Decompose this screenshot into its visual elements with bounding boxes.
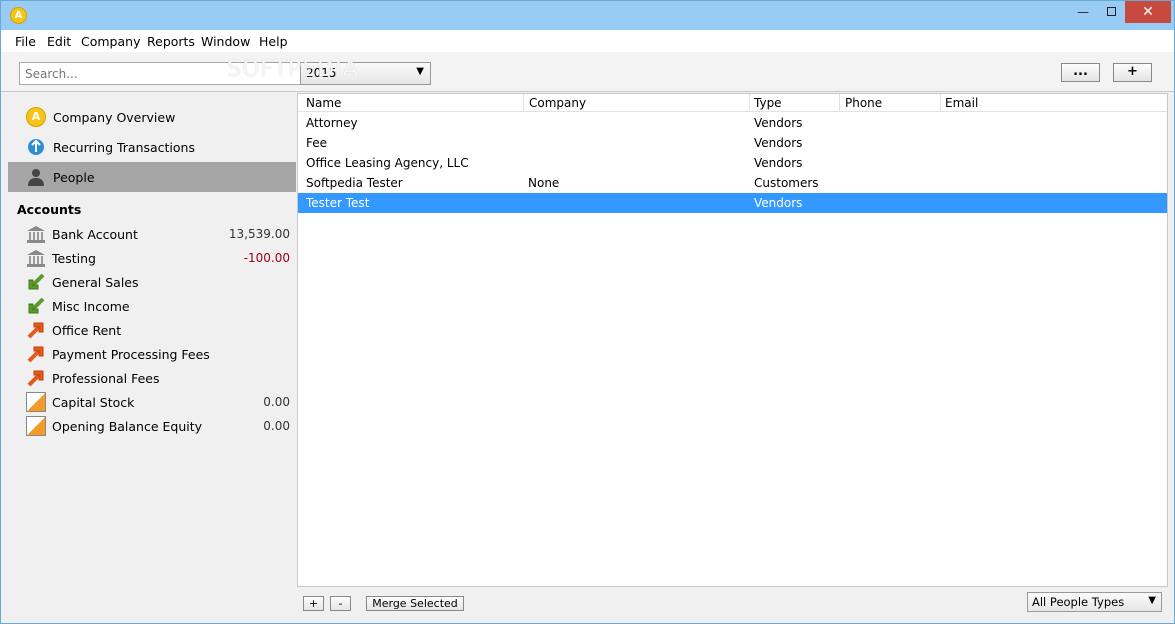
column-divider[interactable]: [749, 94, 750, 112]
sidebar-item-label: Company Overview: [53, 110, 176, 125]
sidebar: A Company Overview Recurring Transaction…: [8, 93, 296, 617]
table-row[interactable]: Office Leasing Agency, LLC Vendors: [298, 153, 1167, 173]
cell-type: Customers: [754, 176, 819, 190]
cell-type: Vendors: [754, 116, 803, 130]
account-row[interactable]: Bank Account 13,539.00: [8, 222, 296, 246]
chevron-down-icon: ▼: [1148, 595, 1156, 606]
cell-name: Fee: [306, 136, 328, 150]
account-balance: 13,539.00: [228, 227, 290, 241]
column-divider[interactable]: [523, 94, 524, 112]
recurring-icon: [26, 137, 46, 157]
menu-company[interactable]: Company: [81, 34, 140, 49]
column-divider[interactable]: [839, 94, 840, 112]
people-type-select[interactable]: All People Types ▼: [1027, 592, 1162, 612]
menu-file[interactable]: File: [15, 34, 36, 49]
account-name: Payment Processing Fees: [52, 347, 210, 362]
menu-bar: File Edit Company Reports Window Help: [1, 30, 1174, 52]
person-icon: [26, 167, 46, 187]
menu-reports[interactable]: Reports: [147, 34, 195, 49]
people-table: Name Company Type Phone Email Attorney V…: [297, 93, 1168, 587]
account-name: General Sales: [52, 275, 139, 290]
maximize-icon: [1106, 7, 1116, 16]
account-name: Office Rent: [52, 323, 122, 338]
cell-name: Attorney: [306, 116, 358, 130]
table-row-selected[interactable]: Tester Test Vendors: [298, 193, 1167, 213]
table-row[interactable]: Softpedia Tester None Customers: [298, 173, 1167, 193]
app-window: A — ✕ File Edit Company Reports Window H…: [0, 0, 1175, 624]
account-row[interactable]: Professional Fees: [8, 366, 296, 390]
table-header: Name Company Type Phone Email: [298, 94, 1167, 112]
income-arrow-icon: [26, 272, 46, 292]
account-row[interactable]: Office Rent: [8, 318, 296, 342]
table-row[interactable]: Fee Vendors: [298, 133, 1167, 153]
sidebar-item-people[interactable]: People: [8, 162, 296, 192]
add-button[interactable]: +: [1113, 63, 1152, 82]
cell-type: Vendors: [754, 196, 803, 210]
account-name: Bank Account: [52, 227, 138, 242]
table-row[interactable]: Attorney Vendors: [298, 113, 1167, 133]
column-header-email[interactable]: Email: [945, 96, 978, 110]
menu-window[interactable]: Window: [201, 34, 250, 49]
column-divider[interactable]: [940, 94, 941, 112]
account-name: Professional Fees: [52, 371, 160, 386]
toolbar: 2015 ▼ SOFTPEDIA ... +: [1, 52, 1174, 92]
column-header-type[interactable]: Type: [754, 96, 782, 110]
column-header-name[interactable]: Name: [306, 96, 341, 110]
expense-arrow-icon: [26, 344, 46, 364]
merge-selected-button[interactable]: Merge Selected: [366, 596, 464, 611]
account-name: Opening Balance Equity: [52, 419, 203, 434]
equity-icon: [26, 392, 46, 412]
add-person-button[interactable]: +: [303, 596, 324, 611]
cell-type: Vendors: [754, 156, 803, 170]
account-row[interactable]: General Sales: [8, 270, 296, 294]
account-balance: -100.00: [243, 251, 290, 265]
column-header-phone[interactable]: Phone: [845, 96, 882, 110]
column-header-company[interactable]: Company: [529, 96, 586, 110]
title-bar[interactable]: A — ✕: [1, 1, 1174, 30]
close-button[interactable]: ✕: [1125, 1, 1171, 23]
menu-edit[interactable]: Edit: [47, 34, 71, 49]
account-name: Misc Income: [52, 299, 130, 314]
sidebar-item-label: People: [53, 170, 95, 185]
remove-person-button[interactable]: -: [330, 596, 351, 611]
account-row[interactable]: Capital Stock 0.00: [8, 390, 296, 414]
account-row[interactable]: Opening Balance Equity 0.00: [8, 414, 296, 438]
cell-name: Office Leasing Agency, LLC: [306, 156, 469, 170]
more-button[interactable]: ...: [1061, 63, 1100, 82]
bank-icon: [26, 248, 46, 268]
account-name: Capital Stock: [52, 395, 135, 410]
account-row[interactable]: Misc Income: [8, 294, 296, 318]
watermark-text: SOFTPEDIA: [227, 57, 359, 82]
chevron-down-icon: ▼: [416, 66, 424, 77]
app-logo-icon: A: [10, 7, 27, 24]
expense-arrow-icon: [26, 368, 46, 388]
sidebar-item-recurring-transactions[interactable]: Recurring Transactions: [8, 132, 296, 162]
minimize-button[interactable]: —: [1069, 1, 1097, 23]
expense-arrow-icon: [26, 320, 46, 340]
cell-company: None: [528, 176, 560, 190]
cell-name: Softpedia Tester: [306, 176, 403, 190]
account-name: Testing: [52, 251, 96, 266]
income-arrow-icon: [26, 296, 46, 316]
account-row[interactable]: Testing -100.00: [8, 246, 296, 270]
accounts-heading: Accounts: [17, 202, 82, 217]
maximize-button[interactable]: [1097, 1, 1125, 23]
account-balance: 0.00: [263, 395, 290, 409]
account-row[interactable]: Payment Processing Fees: [8, 342, 296, 366]
bank-icon: [26, 224, 46, 244]
sidebar-item-label: Recurring Transactions: [53, 140, 195, 155]
bottom-bar: + - Merge Selected All People Types ▼: [297, 587, 1168, 618]
cell-type: Vendors: [754, 136, 803, 150]
sidebar-item-company-overview[interactable]: A Company Overview: [8, 102, 296, 132]
account-balance: 0.00: [263, 419, 290, 433]
people-type-value: All People Types: [1032, 595, 1125, 609]
cell-name: Tester Test: [306, 196, 370, 210]
menu-help[interactable]: Help: [259, 34, 288, 49]
company-icon: A: [26, 107, 46, 127]
equity-icon: [26, 416, 46, 436]
